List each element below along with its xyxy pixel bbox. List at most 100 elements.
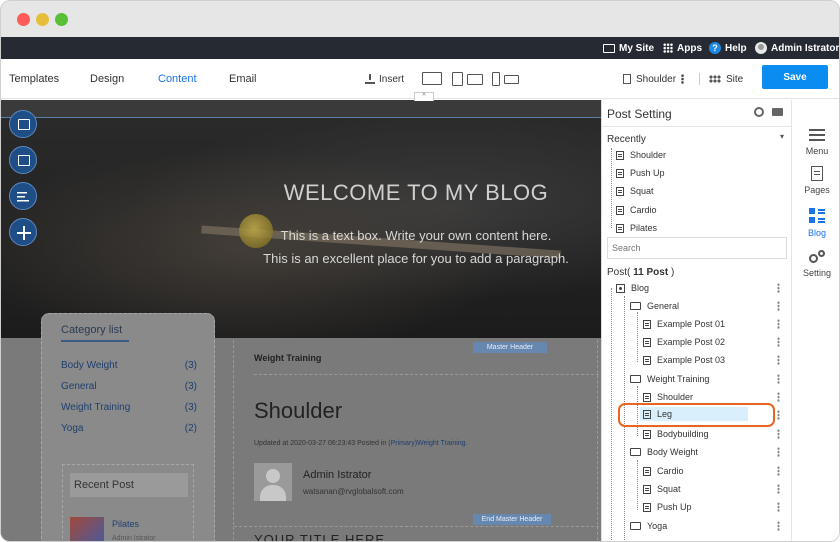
section-icon xyxy=(18,155,30,166)
page-canvas[interactable]: WELCOME TO MY BLOG This is a text box. W… xyxy=(1,100,601,542)
recently-caret-icon[interactable]: ▾ xyxy=(780,132,784,141)
tree-node-label: Body Weight xyxy=(647,447,698,457)
tree-post[interactable]: Example Post 03 xyxy=(643,353,725,367)
page-selector-label: Shoulder xyxy=(636,73,677,85)
hero-textbox[interactable]: This is a text box. Write your own conte… xyxy=(216,224,601,270)
folder-icon[interactable] xyxy=(772,108,783,116)
rail-setting[interactable]: Setting xyxy=(792,250,839,278)
recent-list-item[interactable]: Shoulder xyxy=(616,150,666,160)
save-button[interactable]: Save xyxy=(762,65,828,89)
rail-menu[interactable]: Menu xyxy=(792,128,839,156)
tree-post[interactable]: Cardio xyxy=(643,464,684,478)
post-setting-panel: Post Setting Recently ▾ Shoulder Push Up… xyxy=(601,100,791,541)
right-icon-rail: Menu Pages Blog Setting xyxy=(791,100,839,541)
recent-post-link[interactable]: Pilates xyxy=(112,519,139,529)
close-window-icon[interactable] xyxy=(17,13,30,26)
drag-handle-icon[interactable] xyxy=(777,283,780,293)
tree-folder-weight-training[interactable]: Weight Training xyxy=(630,372,709,386)
add-element-button[interactable] xyxy=(9,218,37,246)
recent-post-author: Admin Istrator xyxy=(112,535,156,542)
tablet-portrait-icon[interactable] xyxy=(452,72,463,86)
rail-blog[interactable]: Blog xyxy=(792,208,839,238)
page-options-icon[interactable] xyxy=(681,74,685,84)
author-email: watsanan@rvglobalsoft.com xyxy=(303,487,404,496)
category-item[interactable]: General (3) xyxy=(61,381,197,392)
rail-pages[interactable]: Pages xyxy=(792,166,839,195)
settings-gear-icon[interactable] xyxy=(754,107,764,117)
recent-list-item[interactable]: Cardio xyxy=(616,205,657,215)
post-count-value: 11 Post xyxy=(633,267,669,278)
drag-handle-icon[interactable] xyxy=(777,521,780,531)
mobile-portrait-icon[interactable] xyxy=(492,72,500,86)
tree-node-label: Example Post 03 xyxy=(657,355,726,365)
tree-post[interactable]: Push Up xyxy=(643,500,692,514)
collapse-toolbar-toggle[interactable]: ^ xyxy=(414,92,434,101)
tab-design[interactable]: Design xyxy=(90,59,124,99)
page-icon xyxy=(643,319,651,329)
post-search-input[interactable] xyxy=(607,237,787,259)
drag-handle-icon[interactable] xyxy=(777,301,780,311)
help-label: Help xyxy=(725,42,747,54)
tablet-landscape-icon[interactable] xyxy=(467,74,483,85)
recent-list-item[interactable]: Push Up xyxy=(616,168,665,178)
section-title[interactable]: YOUR TITLE HERE xyxy=(254,532,385,541)
category-item[interactable]: Yoga (2) xyxy=(61,423,197,434)
drag-handle-icon[interactable] xyxy=(777,484,780,494)
post-title[interactable]: Shoulder xyxy=(254,398,342,424)
user-menu[interactable]: Admin Istrator xyxy=(755,37,839,59)
page-icon xyxy=(643,466,651,476)
tab-email[interactable]: Email xyxy=(229,59,257,99)
category-item[interactable]: Weight Training (3) xyxy=(61,402,197,413)
tree-folder-general[interactable]: General xyxy=(630,299,679,313)
page-selector[interactable]: Shoulder xyxy=(623,59,685,99)
tree-folder-yoga[interactable]: Yoga xyxy=(630,519,667,533)
drag-handle-icon[interactable] xyxy=(777,355,780,365)
tree-post[interactable]: Shoulder xyxy=(643,390,693,404)
my-site-link[interactable]: My Site xyxy=(603,37,654,59)
category-list-widget[interactable]: Category list Body Weight (3) General (3… xyxy=(41,313,215,542)
blog-post-section[interactable]: Master Header Weight Training Shoulder U… xyxy=(233,340,599,541)
tree-folder-body-weight[interactable]: Body Weight xyxy=(630,445,698,459)
apps-grid-icon xyxy=(663,43,673,53)
recent-list-item[interactable]: Pilates xyxy=(616,223,657,233)
insert-button[interactable]: Insert xyxy=(365,59,404,99)
recent-item-label: Squat xyxy=(630,186,654,196)
section-divider xyxy=(234,526,599,527)
recent-list-item[interactable]: Squat xyxy=(616,186,654,196)
desktop-view-icon[interactable] xyxy=(422,72,442,85)
layout-tool-button[interactable] xyxy=(9,110,37,138)
drag-handle-icon[interactable] xyxy=(777,429,780,439)
category-item[interactable]: Body Weight (3) xyxy=(61,360,197,371)
post-category-link[interactable]: (Primary)Weight Training xyxy=(388,440,465,447)
recent-post-widget[interactable]: Recent Post Pilates Admin Istrator xyxy=(62,464,194,542)
recent-post-thumbnail[interactable] xyxy=(70,517,104,541)
drag-handle-icon[interactable] xyxy=(777,410,780,420)
drag-handle-icon[interactable] xyxy=(777,447,780,457)
my-site-label: My Site xyxy=(619,42,655,54)
category-count: (3) xyxy=(184,381,197,392)
tab-templates[interactable]: Templates xyxy=(9,59,59,99)
drag-handle-icon[interactable] xyxy=(777,374,780,384)
tab-content[interactable]: Content xyxy=(158,59,197,99)
tree-post[interactable]: Squat xyxy=(643,482,681,496)
panel-title: Post Setting xyxy=(607,107,672,121)
drag-handle-icon[interactable] xyxy=(777,319,780,329)
apps-link[interactable]: Apps xyxy=(663,37,702,59)
tree-post[interactable]: Example Post 02 xyxy=(643,335,725,349)
tree-root-blog[interactable]: Blog xyxy=(616,281,649,295)
section-tool-button[interactable] xyxy=(9,146,37,174)
drag-handle-icon[interactable] xyxy=(777,337,780,347)
tree-post[interactable]: Bodybuilding xyxy=(643,427,709,441)
drag-handle-icon[interactable] xyxy=(777,392,780,402)
hero-title[interactable]: WELCOME TO MY BLOG xyxy=(1,180,601,206)
help-link[interactable]: ? Help xyxy=(709,37,747,59)
edit-tool-button[interactable] xyxy=(9,182,37,210)
tree-post[interactable]: Example Post 01 xyxy=(643,317,725,331)
recent-post-title: Recent Post xyxy=(70,473,188,497)
mobile-landscape-icon[interactable] xyxy=(504,75,519,84)
maximize-window-icon[interactable] xyxy=(55,13,68,26)
drag-handle-icon[interactable] xyxy=(777,466,780,476)
site-selector[interactable]: Site xyxy=(709,59,743,99)
minimize-window-icon[interactable] xyxy=(36,13,49,26)
drag-handle-icon[interactable] xyxy=(777,502,780,512)
